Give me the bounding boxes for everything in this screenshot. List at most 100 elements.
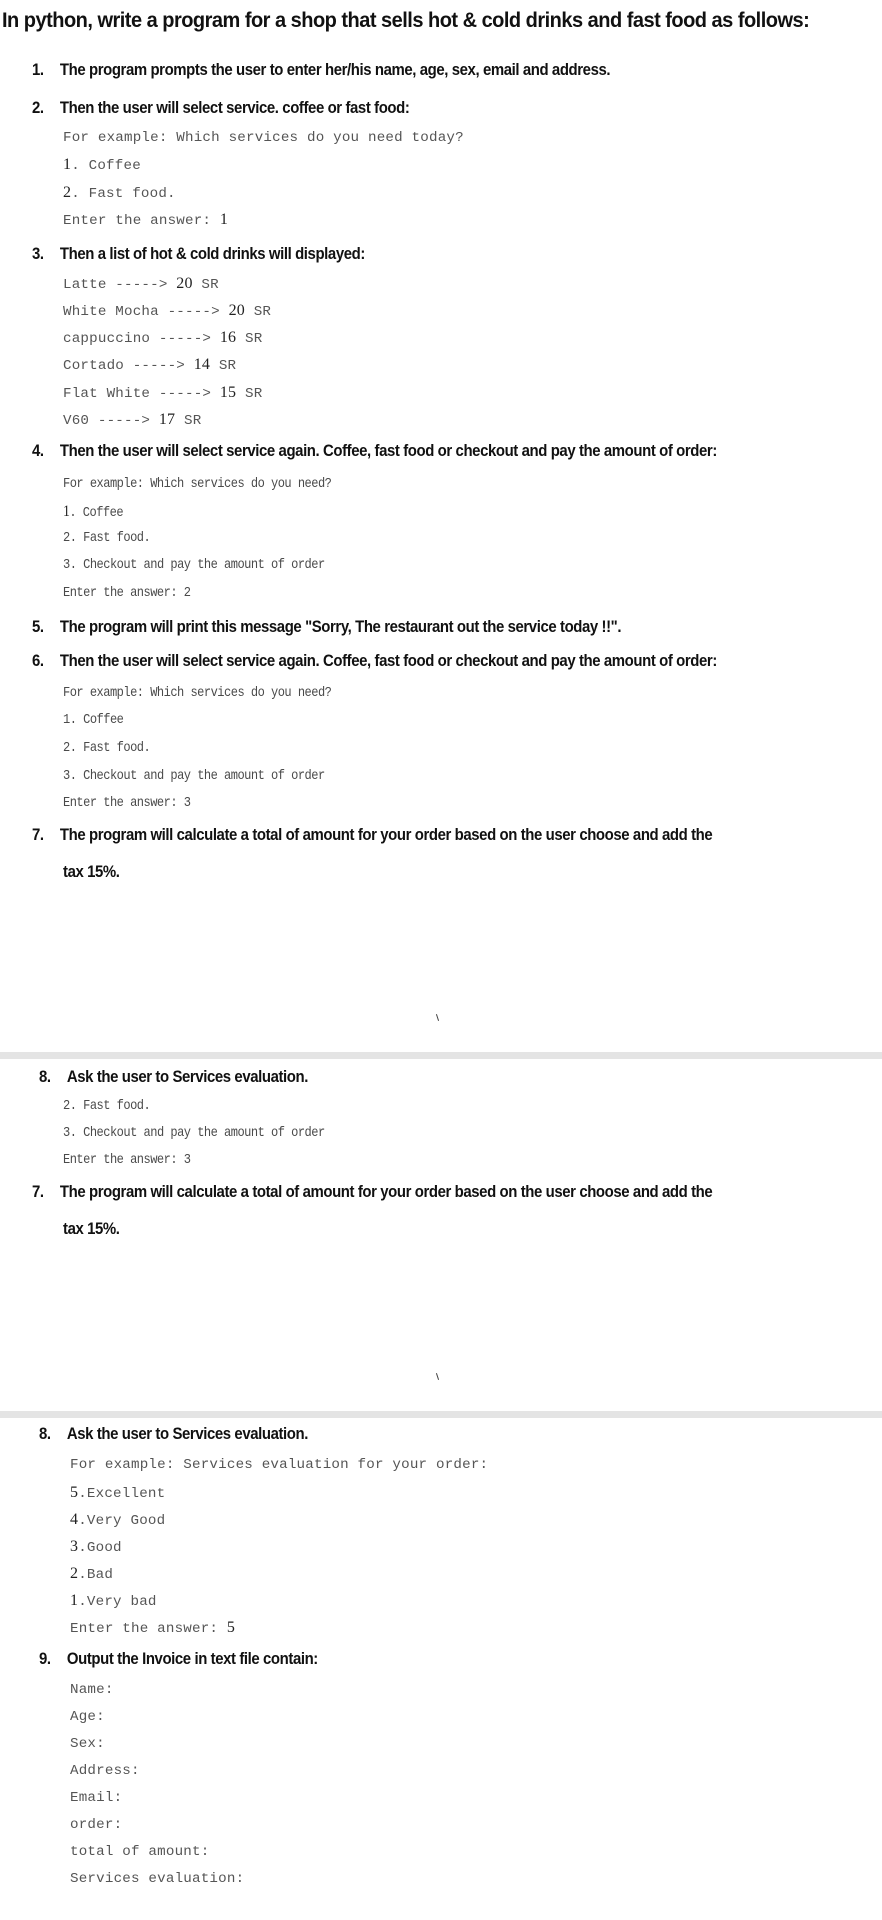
evaluation-option: 1.Very bad <box>70 1592 157 1610</box>
drink-name: V60 -----> <box>63 413 151 429</box>
step-number: 8. <box>39 1424 51 1443</box>
drink-price: 15 <box>219 384 237 401</box>
drink-price: 20 <box>228 302 245 319</box>
drink-price: 14 <box>193 356 211 373</box>
invoice-field: Email: <box>70 1790 123 1806</box>
evaluation-option: 2.Bad <box>70 1565 113 1583</box>
option-label: . Checkout and pay the amount of order <box>69 557 325 573</box>
option-label: .Bad <box>78 1567 114 1583</box>
drink-name: Latte -----> <box>63 277 168 293</box>
step-number: 3. <box>32 244 44 263</box>
drink-currency: SR <box>183 413 202 429</box>
option-number: 1 <box>63 156 72 173</box>
step-number: 7. <box>32 1182 44 1201</box>
step-number: 6. <box>32 651 44 670</box>
example-option: 3. Checkout and pay the amount of order <box>63 768 325 784</box>
option-label: .Excellent <box>78 1486 166 1502</box>
drink-name: Flat White -----> <box>63 386 212 402</box>
step-number: 9. <box>39 1649 51 1668</box>
step-text: Ask the user to Services evaluation. <box>66 1424 308 1443</box>
step-1: 1. The program prompts the user to enter … <box>32 60 611 80</box>
example-answer: Enter the answer: 2 <box>63 585 191 601</box>
example-option: 1. Coffee <box>63 503 124 521</box>
answer-label: Enter the answer: <box>70 1621 227 1637</box>
evaluation-option: 5.Excellent <box>70 1484 165 1502</box>
option-label: . Checkout and pay the amount of order <box>69 1125 325 1141</box>
option-number: 3 <box>63 1125 70 1141</box>
step-7-continuation: tax 15%. <box>63 862 120 881</box>
step-text: Then the user will select service again.… <box>59 651 717 670</box>
invoice-field: Address: <box>70 1763 140 1779</box>
step-text: The program will calculate a total of am… <box>59 825 713 844</box>
option-label: .Good <box>78 1540 122 1556</box>
option-label: . Coffee <box>69 712 124 728</box>
page-divider <box>0 1052 882 1059</box>
example-option: 1. Coffee <box>63 712 124 728</box>
example-answer: Enter the answer: 3 <box>63 1152 191 1168</box>
answer-value: 1 <box>219 211 229 228</box>
step-4: 4. Then the user will select service agai… <box>32 441 717 461</box>
answer-value: 3 <box>183 795 191 811</box>
option-label: . Fast food. <box>69 530 151 546</box>
example-answer: Enter the answer: 3 <box>63 795 191 811</box>
option-label: .Very Good <box>78 1513 166 1529</box>
evaluation-prompt: For example: Services evaluation for you… <box>70 1457 489 1473</box>
option-number: 1 <box>70 1592 79 1609</box>
drink-currency: SR <box>253 304 272 320</box>
step-text: The program will print this message "Sor… <box>59 617 622 636</box>
example-option: 3. Checkout and pay the amount of order <box>63 1125 325 1141</box>
answer-label: Enter the answer: <box>63 1152 184 1168</box>
answer-label: Enter the answer: <box>63 213 220 229</box>
step-text: Output the Invoice in text file contain: <box>66 1649 318 1668</box>
drink-name: White Mocha -----> <box>63 304 220 320</box>
step-text: Then the user will select service again.… <box>59 441 717 460</box>
drink-item: Flat White -----> 15 SR <box>63 384 262 402</box>
drink-price: 17 <box>158 411 176 428</box>
option-number: 2 <box>63 530 70 546</box>
stray-mark <box>435 1373 440 1380</box>
example-prompt: For example: Which services do you need … <box>63 130 464 146</box>
drink-currency: SR <box>244 331 263 347</box>
drink-name: cappuccino -----> <box>63 331 212 347</box>
step-8: 8. Ask the user to Services evaluation. <box>39 1067 308 1087</box>
option-label: . Checkout and pay the amount of order <box>69 768 325 784</box>
option-number: 1 <box>63 712 70 728</box>
option-number: 4 <box>70 1511 79 1528</box>
option-number: 3 <box>70 1538 79 1555</box>
option-label: . Fast food. <box>69 1098 151 1114</box>
option-number: 2 <box>63 1098 70 1114</box>
example-prompt: For example: Which services do you need? <box>63 476 332 492</box>
invoice-field: Sex: <box>70 1736 105 1752</box>
invoice-field: Name: <box>70 1682 114 1698</box>
example-answer: Enter the answer: 1 <box>63 211 228 229</box>
option-label: . Coffee <box>69 505 124 521</box>
drink-price: 20 <box>176 275 193 292</box>
step-text: The program will calculate a total of am… <box>59 1182 713 1201</box>
answer-value: 2 <box>183 585 191 601</box>
option-label: . Coffee <box>71 158 141 174</box>
step-7: 7. The program will calculate a total of … <box>32 825 713 845</box>
option-label: . Fast food. <box>71 186 176 202</box>
step-number: 7. <box>32 825 44 844</box>
option-number: 5 <box>70 1484 79 1501</box>
step-2: 2. Then the user will select service. cof… <box>32 98 410 118</box>
drink-item: V60 -----> 17 SR <box>63 411 201 429</box>
option-number: 2 <box>63 184 72 201</box>
example-option: 2. Fast food. <box>63 184 176 202</box>
drink-currency: SR <box>244 386 263 402</box>
example-option: 2. Fast food. <box>63 740 151 756</box>
drink-item: Latte -----> 20 SR <box>63 275 219 293</box>
example-option: 2. Fast food. <box>63 530 151 546</box>
step-text: Ask the user to Services evaluation. <box>66 1067 308 1086</box>
step-number: 4. <box>32 441 44 460</box>
drink-item: Cortado -----> 14 SR <box>63 356 236 374</box>
step-text: Then the user will select service. coffe… <box>59 98 410 117</box>
invoice-field: Age: <box>70 1709 105 1725</box>
example-prompt: For example: Which services do you need? <box>63 685 332 701</box>
example-option: 3. Checkout and pay the amount of order <box>63 557 325 573</box>
option-number: 2 <box>70 1565 79 1582</box>
invoice-field: Services evaluation: <box>70 1871 245 1887</box>
step-7-repeat-continuation: tax 15%. <box>63 1219 120 1238</box>
example-option: 2. Fast food. <box>63 1098 151 1114</box>
option-number: 3 <box>63 768 70 784</box>
